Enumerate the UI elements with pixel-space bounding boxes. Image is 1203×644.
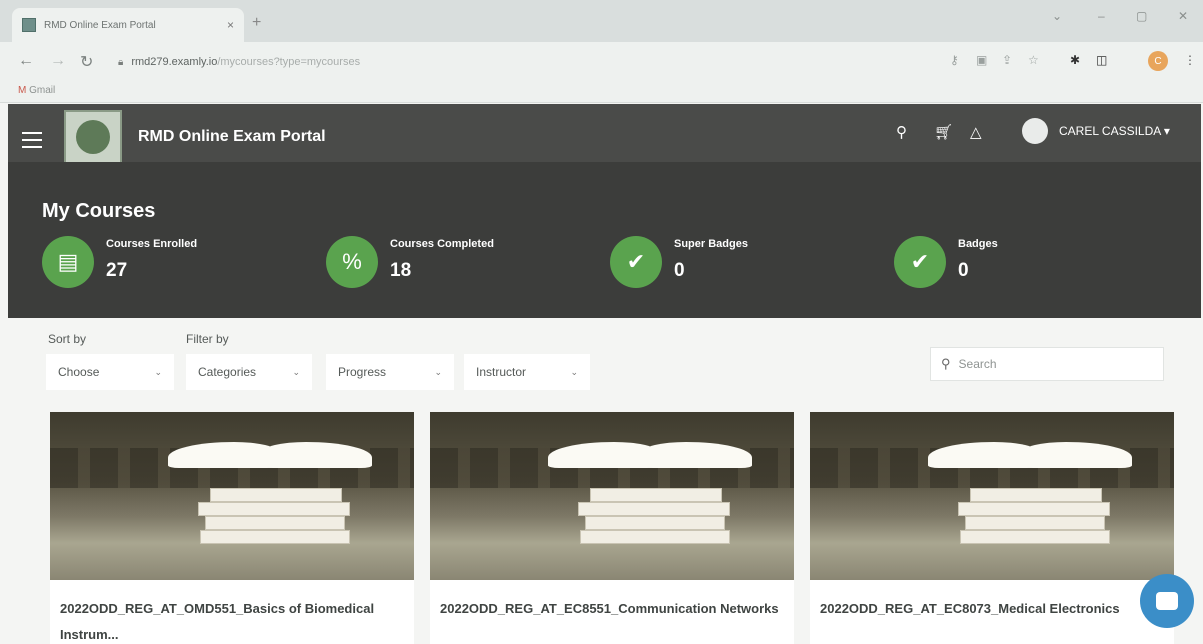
url-path: /mycourses?type=mycourses [217, 56, 361, 68]
user-menu[interactable]: CAREL CASSILDA ▾ [1059, 124, 1170, 138]
stat-label: Courses Enrolled [106, 238, 198, 250]
close-window-icon[interactable]: ✕ [1178, 9, 1188, 23]
portal-title: RMD Online Exam Portal [138, 128, 326, 145]
avatar[interactable] [1022, 118, 1048, 144]
stat-value: 0 [674, 260, 685, 281]
course-card[interactable]: 2022ODD_REG_AT_OMD551_Basics of Biomedic… [50, 412, 414, 644]
search-icon: ⚲ [941, 356, 951, 371]
browser-tab[interactable]: RMD Online Exam Portal × [12, 8, 244, 42]
reload-icon[interactable]: ↻ [80, 52, 93, 72]
course-title[interactable]: 2022ODD_REG_AT_EC8551_Communication Netw… [440, 596, 784, 622]
profile-avatar[interactable]: C [1148, 51, 1168, 71]
chevron-down-icon: ⌄ [434, 366, 442, 377]
gmail-icon: M [18, 85, 27, 96]
course-title[interactable]: 2022ODD_REG_AT_EC8073_Medical Electronic… [820, 596, 1164, 622]
tab-close-icon[interactable]: × [227, 18, 234, 32]
instructor-value: Instructor [476, 365, 527, 379]
categories-value: Categories [198, 365, 257, 379]
bell-icon[interactable]: △ [970, 123, 982, 141]
progress-select[interactable]: Progress ⌄ [326, 354, 454, 390]
key-icon[interactable]: ⚷ [950, 53, 959, 67]
page: RMD Online Exam Portal × + ⌄ – ▢ ✕ ← → ↻… [0, 0, 1203, 644]
course-image [810, 412, 1174, 580]
tab-search-icon[interactable]: ⌄ [1052, 9, 1062, 23]
filter-label: Filter by [186, 332, 229, 346]
stat-value: 27 [106, 260, 128, 281]
chevron-down-icon: ⌄ [154, 366, 162, 377]
bookmark-label: Gmail [29, 85, 56, 96]
url-host: rmd279.examly.io [131, 56, 218, 68]
cart-icon[interactable]: 🛒︎ [934, 123, 953, 141]
course-card[interactable]: 2022ODD_REG_AT_EC8551_Communication Netw… [430, 412, 794, 644]
course-image [50, 412, 414, 580]
badge-icon: ✔ [894, 236, 946, 288]
course-card[interactable]: 2022ODD_REG_AT_EC8073_Medical Electronic… [810, 412, 1174, 644]
stat-label: Courses Completed [390, 238, 494, 250]
address-bar[interactable]: 🔒︎ rmd279.examly.io /mycourses?type=myco… [110, 50, 930, 74]
badge-icon: ✔ [610, 236, 662, 288]
chevron-down-icon: ⌄ [570, 366, 578, 377]
stat-value: 0 [958, 260, 969, 281]
tab-title: RMD Online Exam Portal [44, 19, 156, 31]
book-icon: ▤ [42, 236, 94, 288]
lock-icon: 🔒︎ [118, 56, 124, 68]
browser-tabstrip: RMD Online Exam Portal × + ⌄ – ▢ ✕ [0, 0, 1203, 42]
page-title: My Courses [42, 200, 156, 222]
bookmark-star-icon[interactable]: ☆ [1028, 53, 1039, 67]
sort-value: Choose [58, 365, 100, 379]
sort-label: Sort by [48, 332, 87, 346]
extensions-icon[interactable]: ✱ [1070, 53, 1080, 67]
chat-button[interactable] [1140, 574, 1194, 628]
back-icon[interactable]: ← [18, 52, 34, 70]
browser-toolbar: ← → ↻ 🔒︎ rmd279.examly.io /mycourses?typ… [0, 42, 1203, 82]
stat-label: Badges [958, 238, 998, 250]
course-image [430, 412, 794, 580]
restore-icon[interactable]: ▢ [1136, 9, 1147, 23]
stat-value: 18 [390, 260, 412, 281]
search-icon[interactable]: ⚲ [896, 123, 907, 141]
translate-icon[interactable]: ▣ [976, 53, 987, 67]
search-placeholder: Search [958, 357, 997, 371]
search-input[interactable]: ⚲ Search [930, 347, 1164, 381]
chevron-down-icon: ⌄ [292, 366, 300, 377]
minimize-icon[interactable]: – [1098, 9, 1105, 23]
sort-select[interactable]: Choose ⌄ [46, 354, 174, 390]
chat-icon [1156, 592, 1178, 610]
college-logo [64, 110, 122, 164]
progress-value: Progress [338, 365, 387, 379]
stat-label: Super Badges [674, 238, 748, 250]
menu-icon[interactable] [22, 132, 42, 148]
bookmark-gmail[interactable]: M Gmail [18, 85, 55, 96]
course-title[interactable]: 2022ODD_REG_AT_OMD551_Basics of Biomedic… [60, 596, 404, 644]
share-icon[interactable]: ⇪ [1002, 53, 1012, 67]
percent-icon: % [326, 236, 378, 288]
courses-summary: My Courses ▤ Courses Enrolled 27 % Cours… [8, 162, 1201, 318]
bookmarks-bar: M Gmail [0, 82, 1203, 103]
forward-icon[interactable]: → [50, 52, 66, 70]
new-tab-button[interactable]: + [252, 14, 261, 32]
sidepanel-icon[interactable]: ◫ [1096, 53, 1107, 67]
favicon-icon [22, 18, 36, 32]
categories-select[interactable]: Categories ⌄ [186, 354, 312, 390]
menu-kebab-icon[interactable]: ⋮ [1184, 53, 1196, 67]
app-header: RMD Online Exam Portal ⚲ 🛒︎ △ CAREL CASS… [8, 104, 1201, 164]
instructor-select[interactable]: Instructor ⌄ [464, 354, 590, 390]
